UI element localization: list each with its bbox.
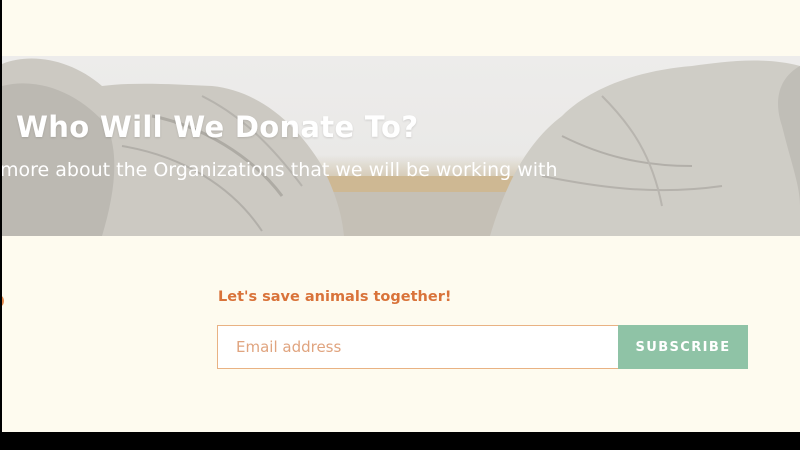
hero-title: Who Will We Donate To?: [16, 110, 419, 144]
newsletter-heading: Let's save animals together!: [218, 289, 452, 305]
subscribe-button[interactable]: SUBSCRIBE: [618, 325, 748, 369]
hero-banner: Who Will We Donate To? more about the Or…: [2, 56, 800, 236]
edge-decoration: [2, 296, 4, 306]
page: Who Will We Donate To? more about the Or…: [2, 0, 800, 432]
hero-overlay: [2, 56, 800, 236]
hero-subtitle: more about the Organizations that we wil…: [2, 159, 558, 181]
email-input[interactable]: [217, 325, 618, 369]
